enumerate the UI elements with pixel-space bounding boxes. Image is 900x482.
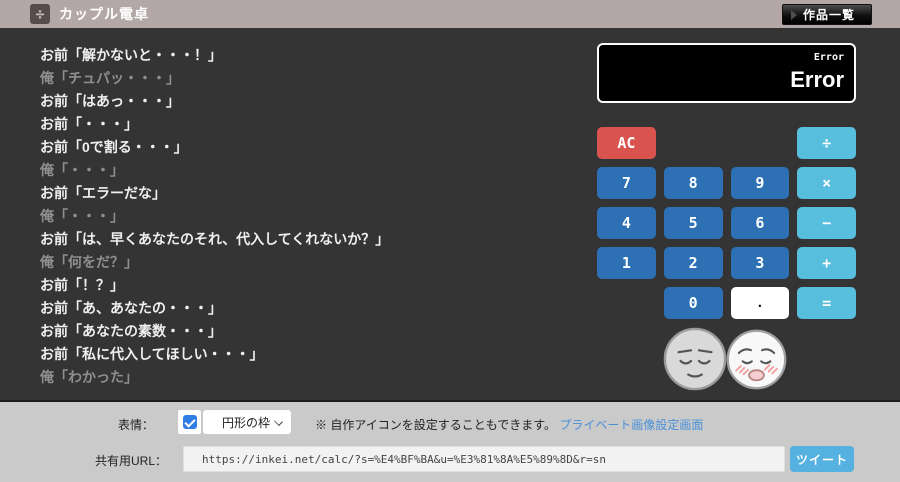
key-4[interactable]: 4 (597, 207, 656, 239)
key-equals[interactable]: = (797, 287, 856, 319)
share-url-input[interactable] (183, 446, 785, 472)
dialogue-line: お前「あ、あなたの・・・」 (40, 300, 222, 316)
expression-checkbox[interactable] (178, 410, 201, 434)
checkbox-check-icon (182, 415, 197, 429)
settings-bar: 表情： 円形の枠 ※ 自作アイコンを設定することもできます。 プライベート画像設… (0, 400, 900, 482)
play-arrow-icon (790, 9, 797, 20)
dialogue-log: お前「解かないと・・・！」 俺「チュパッ・・・」 お前「はあっ・・・」 お前「・… (40, 44, 560, 389)
dialogue-line: お前「・・・」 (40, 116, 138, 132)
dialogue-line: お前「！？」 (40, 277, 124, 293)
custom-icon-note-row: ※ 自作アイコンを設定することもできます。 プライベート画像設定画面 (315, 416, 703, 433)
tweet-button[interactable]: ツイート (790, 446, 854, 472)
avatar-faces (597, 326, 856, 392)
key-divide[interactable]: ÷ (797, 127, 856, 159)
key-9[interactable]: 9 (730, 167, 790, 199)
private-image-settings-link[interactable]: プライベート画像設定画面 (559, 418, 703, 432)
app-header: ÷ カップル電卓 作品一覧 (0, 0, 900, 28)
flushed-face-icon (726, 329, 787, 389)
display-history: Error (813, 52, 844, 63)
dialogue-line: 俺「・・・」 (40, 208, 124, 224)
dialogue-line: お前「あなたの素数・・・」 (40, 323, 222, 339)
key-5[interactable]: 5 (663, 207, 723, 239)
works-list-button[interactable]: 作品一覧 (782, 4, 872, 25)
dialogue-line: お前「は、早くあなたのそれ、代入してくれないか？」 (40, 231, 390, 247)
dialogue-line: 俺「わかった」 (40, 369, 138, 385)
display-value: Error (790, 67, 844, 92)
calculator: Error Error AC ÷ 7 8 9 × 4 5 6 − 1 2 3 +… (597, 43, 856, 392)
key-minus[interactable]: − (797, 207, 856, 239)
key-ac[interactable]: AC (597, 127, 656, 159)
key-decimal[interactable]: . (730, 287, 790, 319)
dialogue-line: お前「エラーだな」 (40, 185, 166, 201)
divide-icon-glyph: ÷ (35, 5, 45, 23)
key-plus[interactable]: + (797, 247, 856, 279)
dialogue-line: 俺「・・・」 (40, 162, 124, 178)
key-1[interactable]: 1 (597, 247, 656, 279)
chevron-down-icon (274, 417, 283, 426)
app-title: カップル電卓 (59, 6, 149, 22)
dialogue-line: 俺「何をだ？」 (40, 254, 138, 270)
frame-select-value: 円形の枠 (222, 415, 271, 430)
key-6[interactable]: 6 (730, 207, 790, 239)
dialogue-line: お前「解かないと・・・！」 (40, 47, 222, 63)
expression-label: 表情： (118, 418, 155, 432)
key-multiply[interactable]: × (797, 167, 856, 199)
calm-face-icon (663, 327, 727, 391)
dialogue-line: お前「はあっ・・・」 (40, 93, 180, 109)
calculator-keypad: AC ÷ 7 8 9 × 4 5 6 − 1 2 3 + 0 . = (597, 127, 856, 319)
works-list-label: 作品一覧 (802, 8, 855, 22)
key-8[interactable]: 8 (663, 167, 723, 199)
dialogue-line: 俺「チュパッ・・・」 (40, 70, 180, 86)
key-2[interactable]: 2 (663, 247, 723, 279)
key-7[interactable]: 7 (597, 167, 656, 199)
divide-icon: ÷ (30, 4, 50, 24)
frame-select[interactable]: 円形の枠 (203, 410, 291, 434)
calculator-display: Error Error (597, 43, 856, 103)
key-3[interactable]: 3 (730, 247, 790, 279)
key-0[interactable]: 0 (663, 287, 723, 319)
app-screen: ÷ カップル電卓 作品一覧 お前「解かないと・・・！」 俺「チュパッ・・・」 お… (0, 0, 900, 482)
dialogue-line: お前「私に代入してほしい・・・」 (40, 346, 264, 362)
dialogue-line: お前「0で割る・・・」 (40, 139, 188, 155)
share-url-label: 共有用URL： (95, 454, 168, 468)
custom-icon-note: ※ 自作アイコンを設定することもできます。 (315, 418, 557, 432)
